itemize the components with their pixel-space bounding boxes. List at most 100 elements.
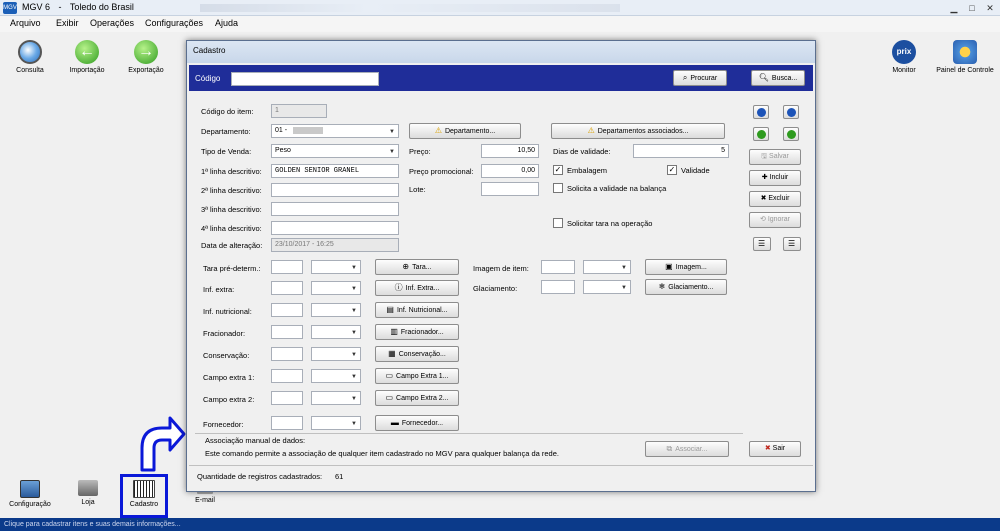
toolbar-importacao-button[interactable]: ← Importação <box>57 40 117 74</box>
lower-row-7-input[interactable] <box>271 416 303 430</box>
procurar-button[interactable]: ⌕ Procurar <box>673 70 727 86</box>
align-center-button[interactable]: ☰ <box>783 237 801 251</box>
lower-row-3-label: Fracionador: <box>203 329 246 338</box>
sair-button[interactable]: ✖ Sair <box>749 441 801 457</box>
solicitar-tara-checkbox[interactable] <box>553 218 563 228</box>
fractionator-icon: ▥ <box>390 327 398 336</box>
menu-operacoes[interactable]: Operações <box>90 18 134 28</box>
align-left-button[interactable]: ☰ <box>753 237 771 251</box>
menu-exibir[interactable]: Exibir <box>56 18 79 28</box>
next-record-button[interactable] <box>783 127 799 141</box>
menu-configuracoes[interactable]: Configurações <box>145 18 203 28</box>
blurred-title-area <box>200 4 620 12</box>
ignorar-button[interactable]: ⟲ Ignorar <box>749 212 801 228</box>
menu-arquivo[interactable]: Arquivo <box>10 18 41 28</box>
window-title-bar: MGV MGV 6 - Toledo do Brasil ▁ □ ✕ <box>0 0 1000 16</box>
imagem-input[interactable] <box>541 260 575 274</box>
linha1-input[interactable]: GOLDEN SENIOR GRANEL <box>271 164 399 178</box>
associar-button[interactable]: ⧉ Associar... <box>645 441 729 457</box>
imagem-button-label: Imagem... <box>675 264 707 271</box>
linha3-input[interactable] <box>271 202 399 216</box>
departamento-value: 01 - <box>275 127 288 134</box>
lower-row-6-input[interactable] <box>271 391 303 405</box>
linha4-input[interactable] <box>271 221 399 235</box>
lower-row-4-select[interactable] <box>311 347 361 361</box>
preco-input[interactable]: 10,50 <box>481 144 539 158</box>
close-icon[interactable]: ✕ <box>984 2 996 14</box>
incluir-button[interactable]: ✚ Incluir <box>749 170 801 186</box>
lower-row-2-select[interactable] <box>311 303 361 317</box>
dias-validade-input[interactable]: 5 <box>633 144 729 158</box>
lower-row-5-select[interactable] <box>311 369 361 383</box>
lower-row-4-button[interactable]: ▦ Conservação... <box>375 346 459 362</box>
code-search-bar: Código ⌕ Procurar 🔍︎ Busca... <box>189 65 813 91</box>
lower-row-4-input[interactable] <box>271 347 303 361</box>
menu-ajuda[interactable]: Ajuda <box>215 18 238 28</box>
lower-row-0-input[interactable] <box>271 260 303 274</box>
incluir-label: Incluir <box>769 174 789 181</box>
lower-row-7-button[interactable]: ▬ Fornecedor... <box>375 415 459 431</box>
tipo-venda-label: Tipo de Venda: <box>201 147 252 156</box>
lower-row-1-select[interactable] <box>311 281 361 295</box>
lower-row-6-button[interactable]: ▭ Campo Extra 2... <box>375 390 459 406</box>
busca-label: Busca... <box>771 75 798 82</box>
lower-row-2-input[interactable] <box>271 303 303 317</box>
lower-row-7-select[interactable] <box>311 416 361 430</box>
busca-button[interactable]: 🔍︎ Busca... <box>751 70 805 86</box>
glaciamento-button[interactable]: ❄ Glaciamento... <box>645 279 727 295</box>
lower-row-3-button[interactable]: ▥ Fracionador... <box>375 324 459 340</box>
imagem-select[interactable] <box>583 260 631 274</box>
last-record-button[interactable] <box>783 105 799 119</box>
minimize-icon[interactable]: ▁ <box>948 2 960 14</box>
validade-checkbox[interactable]: ✓ <box>667 165 677 175</box>
lower-row-6-select[interactable] <box>311 391 361 405</box>
linha2-input[interactable] <box>271 183 399 197</box>
add-icon: ✚ <box>761 174 770 181</box>
curved-arrow-icon <box>140 416 186 472</box>
departamento-select[interactable]: 01 - <box>271 124 399 138</box>
lower-row-1-input[interactable] <box>271 281 303 295</box>
maximize-icon[interactable]: □ <box>966 2 978 14</box>
company-name: Toledo do Brasil <box>69 2 134 12</box>
magnifier-icon <box>18 40 42 64</box>
glaciamento-label: Glaciamento: <box>473 284 518 293</box>
bottom-label: E-mail <box>195 497 215 504</box>
tipo-venda-select[interactable]: Peso <box>271 144 399 158</box>
codigo-item-label: Código do item: <box>201 107 254 116</box>
lower-row-5-button[interactable]: ▭ Campo Extra 1... <box>375 368 459 384</box>
code-input[interactable] <box>231 72 379 86</box>
toolbar-exportacao-button[interactable]: → Exportação <box>116 40 176 74</box>
embalagem-checkbox[interactable]: ✓ <box>553 165 563 175</box>
lower-row-2-button-label: Inf. Nutricional... <box>396 307 448 314</box>
salvar-button[interactable]: 🖫︎ Salvar <box>749 149 801 165</box>
quantidade-value: 61 <box>335 472 344 481</box>
glaciamento-input[interactable] <box>541 280 575 294</box>
quantidade-label: Quantidade de registros cadastrados: <box>197 472 323 481</box>
first-record-button[interactable] <box>753 105 769 119</box>
dialog-title: Cadastro <box>193 46 226 55</box>
lower-row-6-button-label: Campo Extra 2... <box>396 395 449 402</box>
previous-record-button[interactable] <box>753 127 769 141</box>
solicita-validade-checkbox[interactable] <box>553 183 563 193</box>
lower-row-2-button[interactable]: ▤ Inf. Nutricional... <box>375 302 459 318</box>
excluir-button[interactable]: ✖ Excluir <box>749 191 801 207</box>
toolbar-monitor-button[interactable]: prix Monitor <box>874 40 934 74</box>
departamentos-associados-button[interactable]: ⚠ Departamentos associados... <box>551 123 725 139</box>
preco-promocional-input[interactable]: 0,00 <box>481 164 539 178</box>
toolbar-consulta-button[interactable]: Consulta <box>0 40 60 74</box>
imagem-button[interactable]: ▣ Imagem... <box>645 259 727 275</box>
bottom-configuracao-button[interactable]: Configuração <box>0 480 60 508</box>
lower-row-3-input[interactable] <box>271 325 303 339</box>
glaciamento-select[interactable] <box>583 280 631 294</box>
lote-input[interactable] <box>481 182 539 196</box>
toolbar-painel-button[interactable]: Painel de Controle <box>935 40 995 74</box>
lower-row-1-button[interactable]: ⓘ Inf. Extra... <box>375 280 459 296</box>
lower-row-5-input[interactable] <box>271 369 303 383</box>
lower-row-7-label: Fornecedor: <box>203 420 244 429</box>
lower-row-0-button[interactable]: ⊕ Tara... <box>375 259 459 275</box>
departamento-button[interactable]: ⚠ Departamento... <box>409 123 521 139</box>
lower-row-0-select[interactable] <box>311 260 361 274</box>
lower-row-3-select[interactable] <box>311 325 361 339</box>
lower-row-7-button-label: Fornecedor... <box>401 420 444 427</box>
bottom-loja-button[interactable]: Loja <box>58 480 118 506</box>
